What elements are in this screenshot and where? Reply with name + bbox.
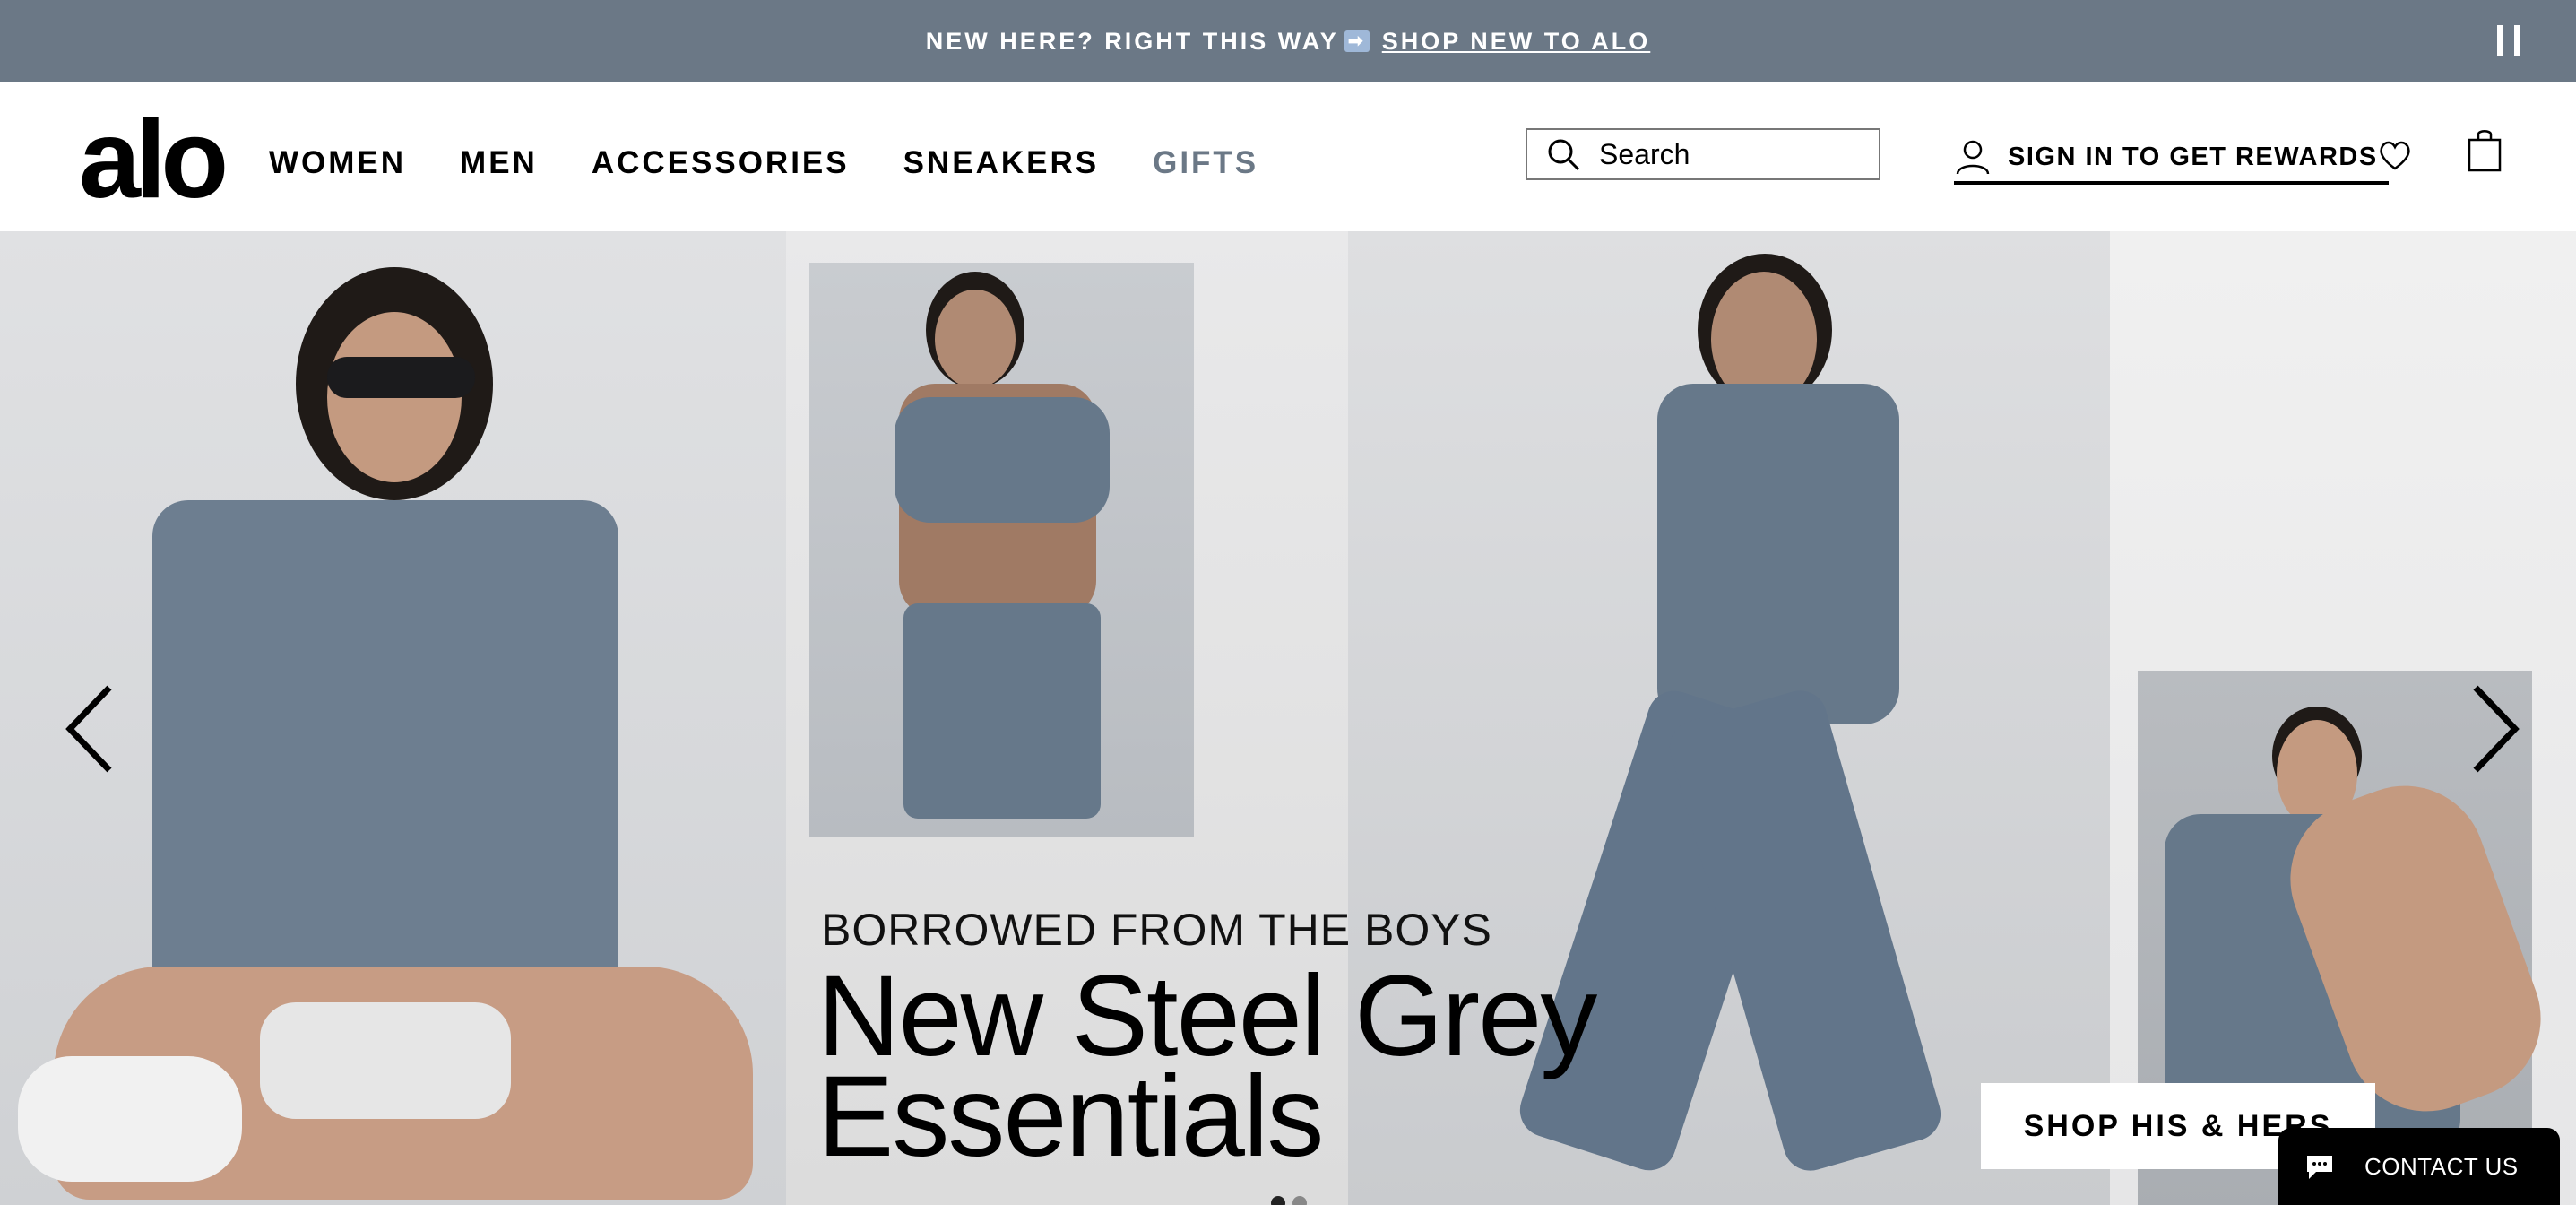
contact-us-button[interactable]: CONTACT US: [2278, 1128, 2560, 1205]
shop-new-to-alo-link[interactable]: SHOP NEW TO ALO: [1382, 28, 1651, 56]
carousel-next-arrow-icon[interactable]: [2468, 684, 2522, 774]
nav-women[interactable]: WOMEN: [269, 145, 406, 181]
chat-bubble-icon: [2307, 1156, 2332, 1179]
carousel-prev-arrow-icon[interactable]: [63, 684, 117, 774]
site-header: alo WOMEN MEN ACCESSORIES SNEAKERS GIFTS…: [0, 82, 2576, 232]
search-icon: [1548, 139, 1580, 171]
shopping-bag-icon[interactable]: [2467, 127, 2503, 172]
nav-gifts[interactable]: GIFTS: [1153, 145, 1258, 181]
hero-panel-1: [0, 231, 786, 1205]
contact-us-label: CONTACT US: [2364, 1152, 2519, 1180]
heart-icon[interactable]: [2377, 138, 2413, 172]
model-face: [935, 290, 1016, 388]
hero-carousel: BORROWED FROM THE BOYS New Steel Grey Es…: [0, 231, 2576, 1205]
carousel-dot[interactable]: [1292, 1196, 1307, 1205]
main-nav: WOMEN MEN ACCESSORIES SNEAKERS GIFTS: [269, 145, 1258, 181]
search-box[interactable]: [1526, 128, 1880, 180]
user-icon: [1956, 140, 1990, 175]
model-sneaker: [18, 1056, 242, 1182]
nav-accessories[interactable]: ACCESSORIES: [592, 145, 850, 181]
announcement-bar: NEW HERE? RIGHT THIS WAY ➡ SHOP NEW TO A…: [0, 0, 2576, 82]
right-arrow-emoji-icon: ➡: [1344, 30, 1370, 52]
model-hoodie: [1657, 384, 1899, 724]
carousel-dot[interactable]: [1271, 1196, 1285, 1205]
sweatshirt-tied: [895, 397, 1110, 523]
hero-eyebrow: BORROWED FROM THE BOYS: [821, 905, 1492, 955]
announcement-text: NEW HERE? RIGHT THIS WAY: [925, 27, 1339, 55]
alo-logo[interactable]: alo: [79, 104, 229, 215]
sign-in-label: SIGN IN TO GET REWARDS: [2008, 142, 2378, 171]
nav-sneakers[interactable]: SNEAKERS: [903, 145, 1099, 181]
headline-line-2: Essentials: [817, 1053, 1324, 1181]
sunglasses: [327, 357, 475, 398]
model-pullover: [152, 500, 618, 1002]
hero-headline: New Steel Grey Essentials: [817, 959, 1597, 1181]
nav-men[interactable]: MEN: [460, 145, 538, 181]
pause-icon[interactable]: [2497, 25, 2520, 56]
search-input[interactable]: [1597, 136, 1870, 172]
sign-in-rewards-link[interactable]: SIGN IN TO GET REWARDS: [1954, 133, 2389, 185]
model-shorts: [903, 603, 1101, 819]
model-shorts: [260, 1002, 511, 1119]
carousel-dots: [1271, 1196, 1307, 1205]
inset-photo-shorts: [809, 263, 1194, 837]
